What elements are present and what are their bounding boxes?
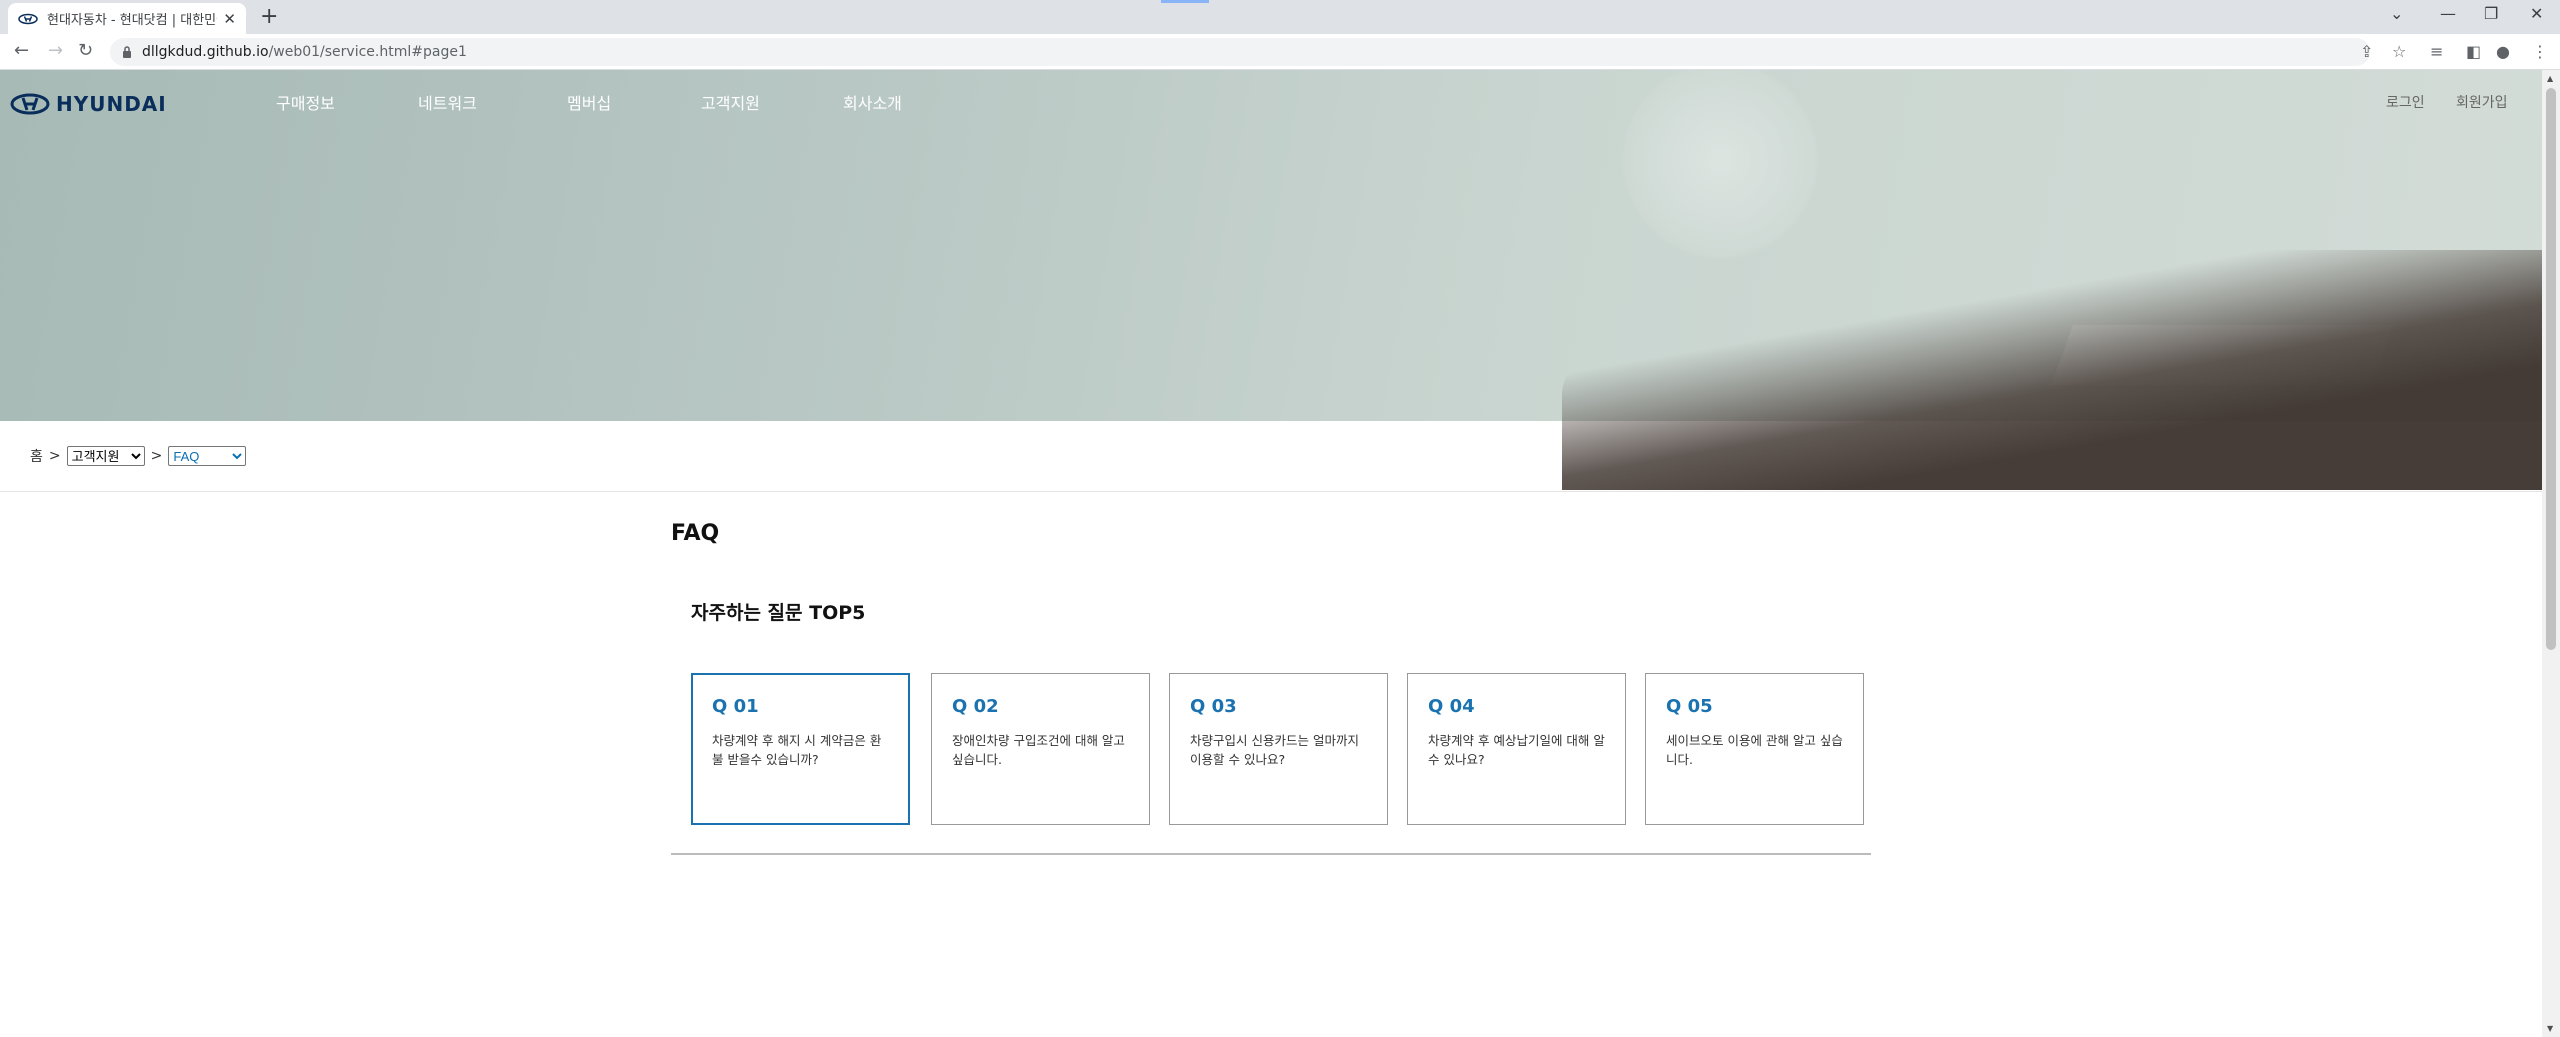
logo-wordmark: HYUNDAI — [56, 92, 167, 116]
scroll-down-icon[interactable]: ▼ — [2547, 1024, 2553, 1033]
url-path: /web01/service.html#page1 — [268, 44, 467, 60]
faq-card-q01[interactable]: Q 01 차량계약 후 해지 시 계약금은 환불 받을수 있습니까? — [691, 673, 910, 825]
url-domain: dllgkdud.github.io — [142, 44, 269, 60]
tab-title: 현대자동차 - 현대닷컴 | 대한민국 — [47, 13, 218, 28]
faq-card-question: 세이브오토 이용에 관해 알고 싶습니다. — [1666, 733, 1843, 767]
restore-icon[interactable]: ❐ — [2484, 4, 2498, 23]
breadcrumb-separator: > — [48, 448, 61, 464]
nav-item-purchase[interactable]: 구매정보 — [276, 90, 335, 114]
browser-tab[interactable]: 현대자동차 - 현대닷컴 | 대한민국 ✕ — [8, 3, 246, 34]
bookmark-star-icon[interactable]: ☆ — [2392, 42, 2406, 61]
hyundai-logo[interactable]: HYUNDAI — [10, 92, 167, 116]
breadcrumb-home[interactable]: 홈 — [30, 446, 43, 466]
browser-toolbar: ← → ↻ dllgkdud.github.io/web01/service.h… — [0, 34, 2560, 70]
breadcrumb-separator: > — [150, 448, 163, 464]
scrollbar-thumb[interactable] — [2546, 88, 2556, 650]
scroll-up-icon[interactable]: ▲ — [2547, 74, 2553, 83]
faq-card-number: Q 05 — [1666, 696, 1713, 717]
side-panel-icon[interactable]: ◧ — [2466, 42, 2481, 61]
login-link[interactable]: 로그인 — [2386, 92, 2425, 112]
faq-card-question: 차량구입시 신용카드는 얼마까지 이용할 수 있나요? — [1190, 733, 1359, 767]
page-viewport: HYUNDAI 구매정보 네트워크 멤버십 고객지원 회사소개 로그인 회원가입… — [0, 70, 2542, 1037]
window-close-icon[interactable]: ✕ — [2530, 4, 2543, 23]
faq-card-number: Q 03 — [1190, 696, 1237, 717]
nav-item-membership[interactable]: 멤버십 — [567, 90, 611, 114]
reading-list-icon[interactable]: ≡ — [2430, 42, 2443, 61]
new-tab-icon[interactable]: + — [260, 4, 278, 29]
minimize-icon[interactable]: — — [2440, 4, 2456, 23]
more-menu-icon[interactable]: ⋮ — [2532, 42, 2548, 61]
hero-shadow — [1562, 250, 2542, 490]
hyundai-emblem-icon — [10, 93, 50, 115]
faq-card-question: 장애인차량 구입조건에 대해 알고 싶습니다. — [952, 733, 1125, 767]
share-icon[interactable]: ⇪ — [2360, 42, 2373, 61]
faq-card-q02[interactable]: Q 02 장애인차량 구입조건에 대해 알고 싶습니다. — [931, 673, 1150, 825]
breadcrumb: 홈 > 고객지원 > FAQ — [30, 446, 247, 466]
nav-item-company[interactable]: 회사소개 — [843, 90, 902, 114]
faq-card-number: Q 02 — [952, 696, 999, 717]
hyundai-favicon-icon — [18, 13, 38, 24]
faq-card-q03[interactable]: Q 03 차량구입시 신용카드는 얼마까지 이용할 수 있나요? — [1169, 673, 1388, 825]
tab-close-icon[interactable]: ✕ — [223, 10, 236, 28]
back-icon[interactable]: ← — [14, 40, 29, 61]
lock-icon — [123, 46, 131, 58]
tab-search-icon[interactable]: ⌄ — [2390, 4, 2403, 23]
section-divider — [0, 491, 2542, 492]
page-scrollbar[interactable]: ▲ ▼ — [2542, 70, 2560, 1037]
category-select[interactable]: 고객지원 — [66, 446, 145, 466]
signup-link[interactable]: 회원가입 — [2456, 92, 2508, 112]
browser-tab-bar: 현대자동차 - 현대닷컴 | 대한민국 ✕ + ⌄ — ❐ ✕ — [0, 0, 2560, 34]
forward-icon[interactable]: → — [48, 40, 63, 61]
faq-card-number: Q 01 — [712, 696, 759, 717]
nav-item-support[interactable]: 고객지원 — [701, 90, 760, 114]
faq-card-question: 차량계약 후 해지 시 계약금은 환불 받을수 있습니까? — [712, 733, 882, 767]
section-title: 자주하는 질문 TOP5 — [691, 602, 866, 624]
nav-item-network[interactable]: 네트워크 — [418, 90, 477, 114]
faq-card-number: Q 04 — [1428, 696, 1475, 717]
profile-avatar-icon[interactable]: ● — [2496, 42, 2510, 61]
page-select[interactable]: FAQ — [168, 446, 247, 466]
faq-bottom-divider — [671, 853, 1871, 855]
tab-strip-accent — [1161, 0, 1209, 3]
faq-card-q05[interactable]: Q 05 세이브오토 이용에 관해 알고 싶습니다. — [1645, 673, 1864, 825]
address-bar[interactable]: dllgkdud.github.io/web01/service.html#pa… — [110, 38, 2370, 66]
faq-card-question: 차량계약 후 예상납기일에 대해 알 수 있나요? — [1428, 733, 1605, 767]
page-title: FAQ — [671, 521, 720, 546]
url-text: dllgkdud.github.io/web01/service.html#pa… — [142, 44, 467, 60]
faq-card-q04[interactable]: Q 04 차량계약 후 예상납기일에 대해 알 수 있나요? — [1407, 673, 1626, 825]
reload-icon[interactable]: ↻ — [78, 40, 93, 61]
hero-banner: HYUNDAI 구매정보 네트워크 멤버십 고객지원 회사소개 로그인 회원가입 — [0, 70, 2542, 490]
